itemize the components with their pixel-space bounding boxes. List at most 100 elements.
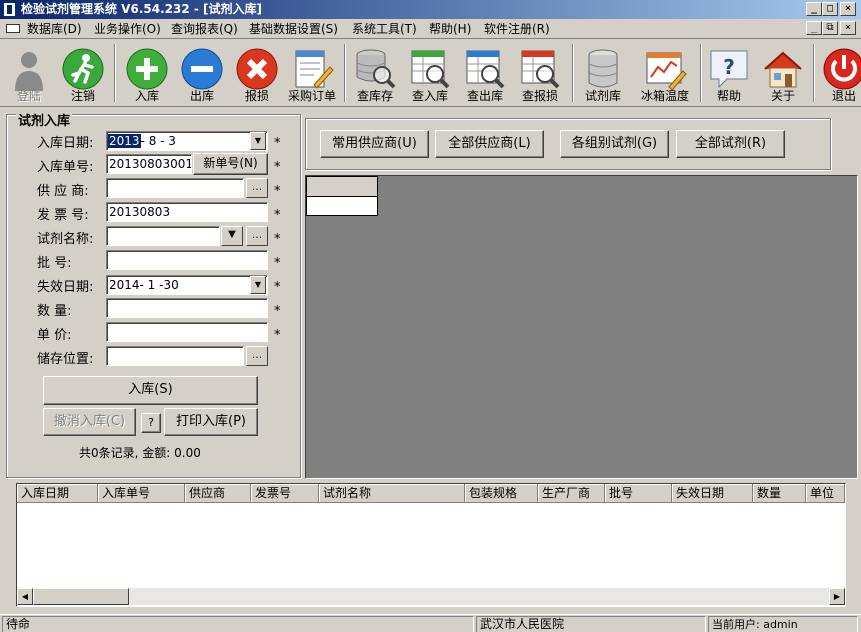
stock-in-button[interactable]: 入库 <box>122 42 172 106</box>
required-mark: * <box>274 328 281 343</box>
fridge-temp-button[interactable]: 冰箱温度 <box>636 42 694 106</box>
reagent-library-button[interactable]: 试剂库 <box>578 42 628 106</box>
in-date-dropdown-icon[interactable]: ▼ <box>250 132 266 150</box>
order-no-field[interactable]: 20130803001 <box>106 154 192 174</box>
col-expiry-date[interactable]: 失效日期 <box>672 484 753 503</box>
scroll-thumb[interactable] <box>33 588 129 605</box>
col-package[interactable]: 包装规格 <box>465 484 538 503</box>
exit-button[interactable]: 退出 <box>820 42 861 106</box>
close-button[interactable]: × <box>840 2 856 16</box>
menu-database[interactable]: 数据库(D) <box>27 21 82 37</box>
help-button[interactable]: ? 帮助 <box>705 42 753 106</box>
all-suppliers-button[interactable]: 全部供应商(L) <box>435 130 544 158</box>
title-bar: 检验试剂管理系统 V6.54.232 - [试剂入库] _ □ × <box>0 0 861 19</box>
expiry-date-picker[interactable]: 2014- 1 -30 <box>106 275 268 295</box>
unit-price-field[interactable] <box>106 322 268 342</box>
invoice-no-field[interactable]: 20130803 <box>106 202 268 222</box>
menu-register[interactable]: 软件注册(R) <box>484 21 550 37</box>
mdi-restore-button[interactable]: ⧉ <box>822 21 838 35</box>
lookup-grid[interactable] <box>305 175 858 479</box>
group-reagents-button[interactable]: 各组别试剂(G) <box>560 130 669 158</box>
horizontal-scrollbar[interactable]: ◀ ▶ <box>17 588 845 605</box>
mdi-close-button[interactable]: × <box>840 21 856 35</box>
x-circle-icon <box>236 48 278 90</box>
reagent-name-field[interactable] <box>106 226 220 246</box>
label-in-date: 入库日期: <box>37 136 94 151</box>
col-batch-no[interactable]: 批号 <box>605 484 672 503</box>
menu-reports[interactable]: 查询报表(Q) <box>171 21 238 37</box>
database-search-icon <box>356 49 396 89</box>
col-supplier[interactable]: 供应商 <box>185 484 251 503</box>
fridge-temp-label: 冰箱温度 <box>640 89 689 103</box>
reagent-browse-button[interactable]: ... <box>246 226 268 246</box>
document-pencil-icon <box>295 50 334 89</box>
supplier-field[interactable] <box>106 178 244 198</box>
query-stock-button[interactable]: 查库存 <box>350 42 400 106</box>
required-mark: * <box>274 256 281 271</box>
query-in-button[interactable]: 查入库 <box>405 42 455 106</box>
all-reagents-button[interactable]: 全部试剂(R) <box>676 130 785 158</box>
reagent-dropdown-icon[interactable]: ▼ <box>221 226 243 246</box>
about-button[interactable]: 关于 <box>759 42 807 106</box>
stock-in-label: 入库 <box>134 89 159 103</box>
new-order-no-button[interactable]: 新单号(N) <box>193 153 268 175</box>
col-in-date[interactable]: 入库日期 <box>17 484 98 503</box>
storage-field[interactable] <box>106 346 244 366</box>
login-label: 登陆 <box>16 89 41 103</box>
common-suppliers-button[interactable]: 常用供应商(U) <box>320 130 429 158</box>
query-out-button[interactable]: 查出库 <box>460 42 510 106</box>
required-mark: * <box>274 160 281 175</box>
damage-button[interactable]: 报损 <box>232 42 282 106</box>
scroll-left-arrow-icon[interactable]: ◀ <box>17 588 33 605</box>
form-group-title: 试剂入库 <box>16 110 73 129</box>
col-unit[interactable]: 单位 <box>806 484 845 503</box>
label-quantity: 数 量: <box>37 304 72 319</box>
query-damage-button[interactable]: 查报损 <box>515 42 565 106</box>
toolbar-separator <box>114 44 116 102</box>
menu-help[interactable]: 帮助(H) <box>429 21 471 37</box>
expiry-date-dropdown-icon[interactable]: ▼ <box>250 276 266 294</box>
col-reagent-name[interactable]: 试剂名称 <box>319 484 465 503</box>
batch-no-field[interactable] <box>106 250 268 270</box>
lookup-grid-row[interactable] <box>306 196 378 216</box>
help-question-button[interactable]: ? <box>141 413 161 433</box>
damage-label: 报损 <box>244 89 269 103</box>
record-summary: 共0条记录, 金额: 0.00 <box>79 446 201 460</box>
quantity-field[interactable] <box>106 298 268 318</box>
menu-tools[interactable]: 系统工具(T) <box>352 21 417 37</box>
print-stock-in-button[interactable]: 打印入库(P) <box>164 408 258 436</box>
purchase-order-button[interactable]: 采购订单 <box>285 42 339 106</box>
exit-label: 退出 <box>831 89 856 103</box>
col-quantity[interactable]: 数量 <box>753 484 806 503</box>
storage-browse-button[interactable]: ... <box>246 346 268 366</box>
submit-stock-in-button[interactable]: 入库(S) <box>43 376 258 405</box>
scroll-right-arrow-icon[interactable]: ▶ <box>829 588 845 605</box>
label-unit-price: 单 价: <box>37 328 72 343</box>
cancel-stock-in-button[interactable]: 撤消入库(C) <box>43 408 136 436</box>
status-hospital: 武汉市人民医院 <box>476 616 706 632</box>
stock-out-label: 出库 <box>189 89 214 103</box>
logout-button[interactable]: 注销 <box>58 42 108 106</box>
col-order-no[interactable]: 入库单号 <box>98 484 185 503</box>
col-invoice-no[interactable]: 发票号 <box>251 484 319 503</box>
minus-circle-icon <box>181 48 223 90</box>
menu-basic-data[interactable]: 基础数据设置(S) <box>249 21 338 37</box>
lookup-grid-header <box>306 176 378 197</box>
in-date-picker[interactable]: 2013- 8 - 3 <box>106 131 268 151</box>
database-icon <box>588 49 618 88</box>
maximize-button[interactable]: □ <box>822 2 838 16</box>
menu-operations[interactable]: 业务操作(O) <box>94 21 161 37</box>
mdi-minimize-button[interactable]: _ <box>806 21 822 35</box>
login-button[interactable]: 登陆 <box>4 42 54 106</box>
col-manufacturer[interactable]: 生产厂商 <box>538 484 605 503</box>
toolbar-separator <box>813 44 815 102</box>
query-in-label: 查入库 <box>411 89 448 103</box>
status-state: 待命 <box>2 616 474 632</box>
supplier-browse-button[interactable]: ... <box>246 178 268 198</box>
label-storage: 储存位置: <box>37 352 94 367</box>
stock-out-button[interactable]: 出库 <box>177 42 227 106</box>
table-search-green-icon <box>411 50 450 89</box>
window-title: 检验试剂管理系统 V6.54.232 - [试剂入库] <box>21 2 262 16</box>
minimize-button[interactable]: _ <box>806 2 822 16</box>
label-reagent-name: 试剂名称: <box>37 232 94 247</box>
